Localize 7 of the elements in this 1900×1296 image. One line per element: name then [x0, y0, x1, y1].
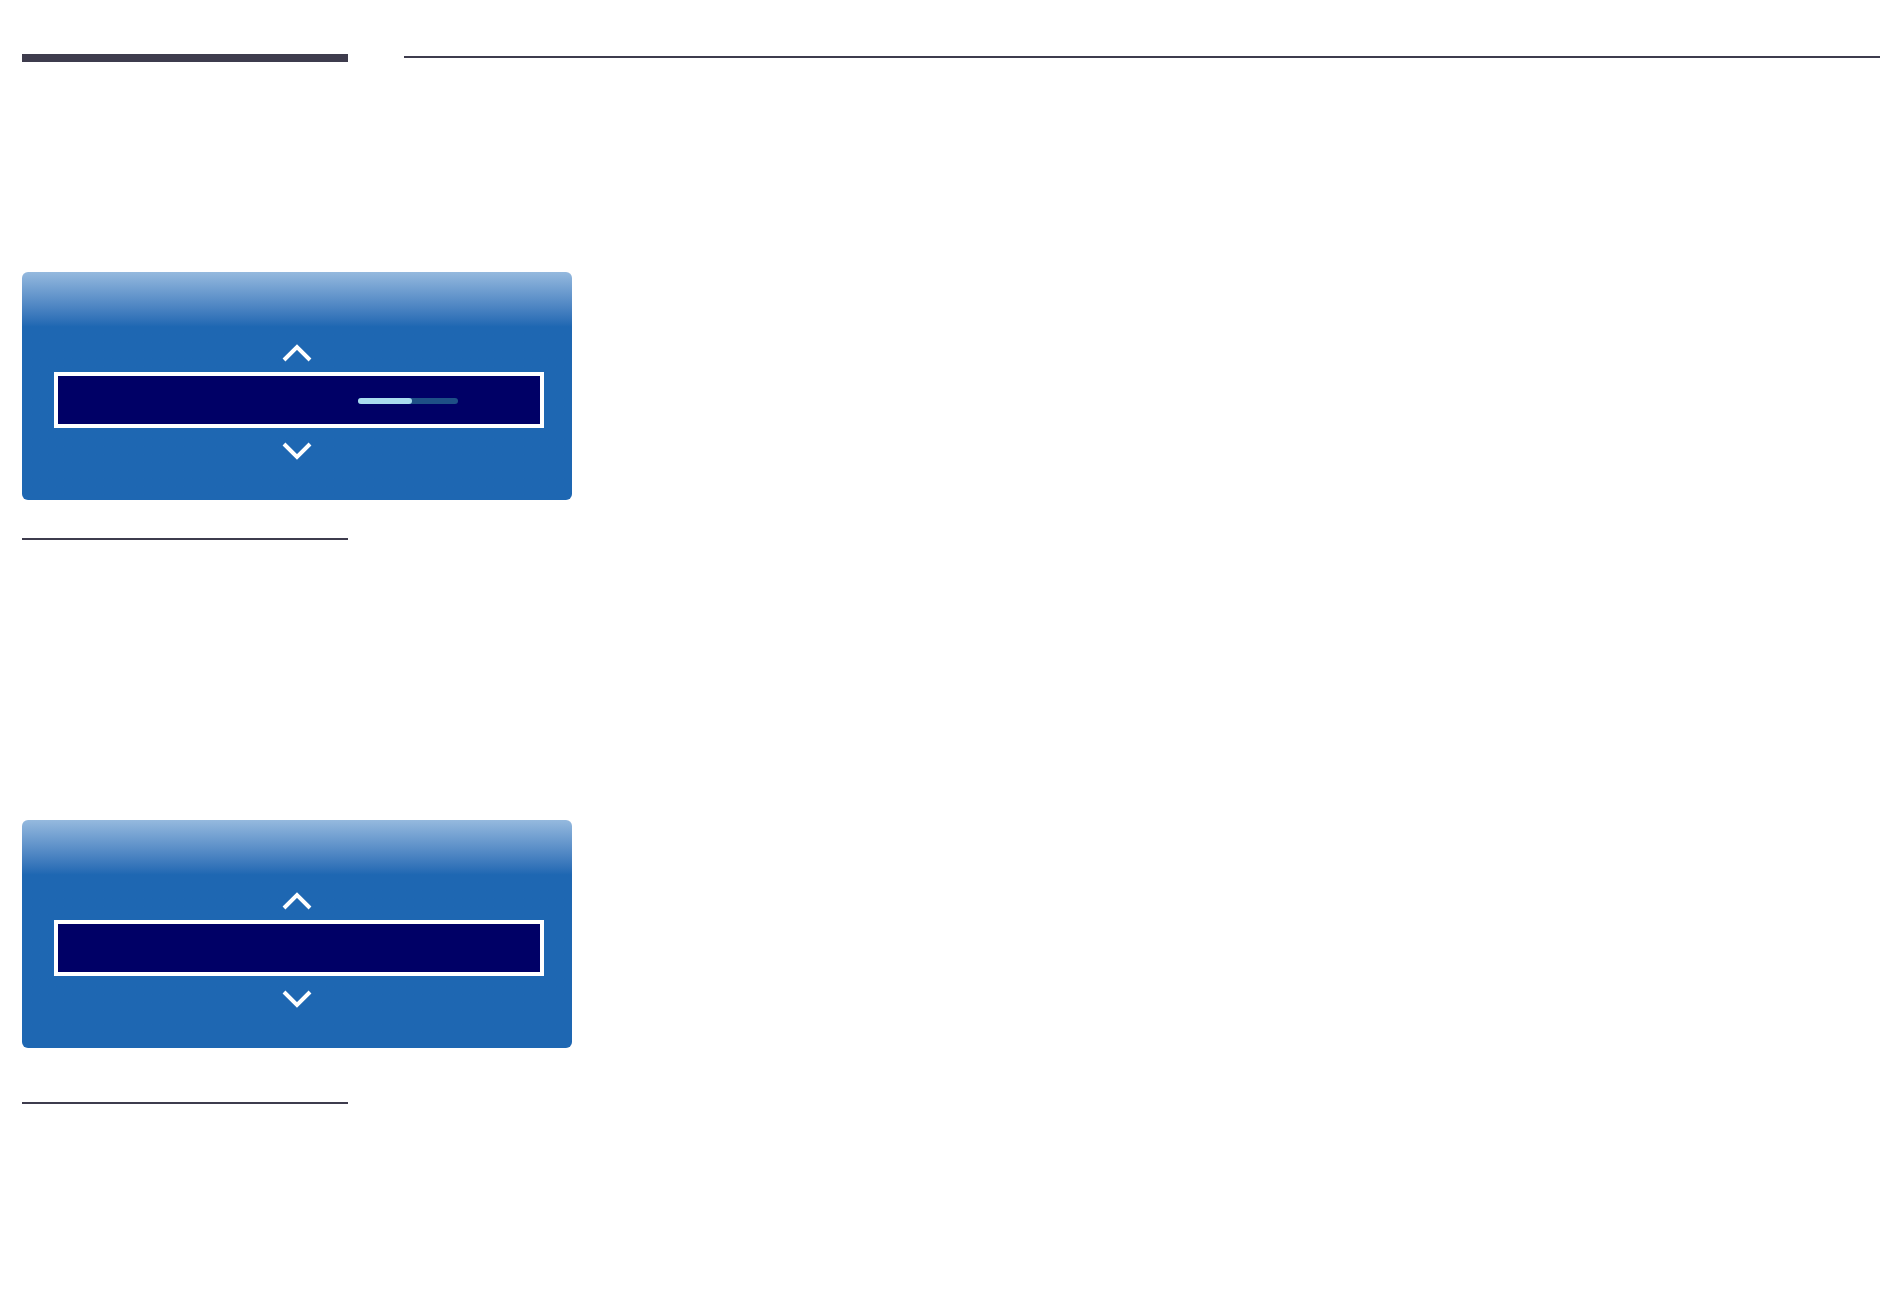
- slider-track[interactable]: [358, 397, 458, 403]
- selected-menu-row[interactable]: [54, 920, 544, 976]
- chevron-down-icon: [282, 990, 312, 1008]
- selected-menu-row[interactable]: [54, 372, 544, 428]
- chevron-down-icon: [282, 442, 312, 460]
- chevron-up-icon: [282, 344, 312, 362]
- chevron-up-icon: [282, 892, 312, 910]
